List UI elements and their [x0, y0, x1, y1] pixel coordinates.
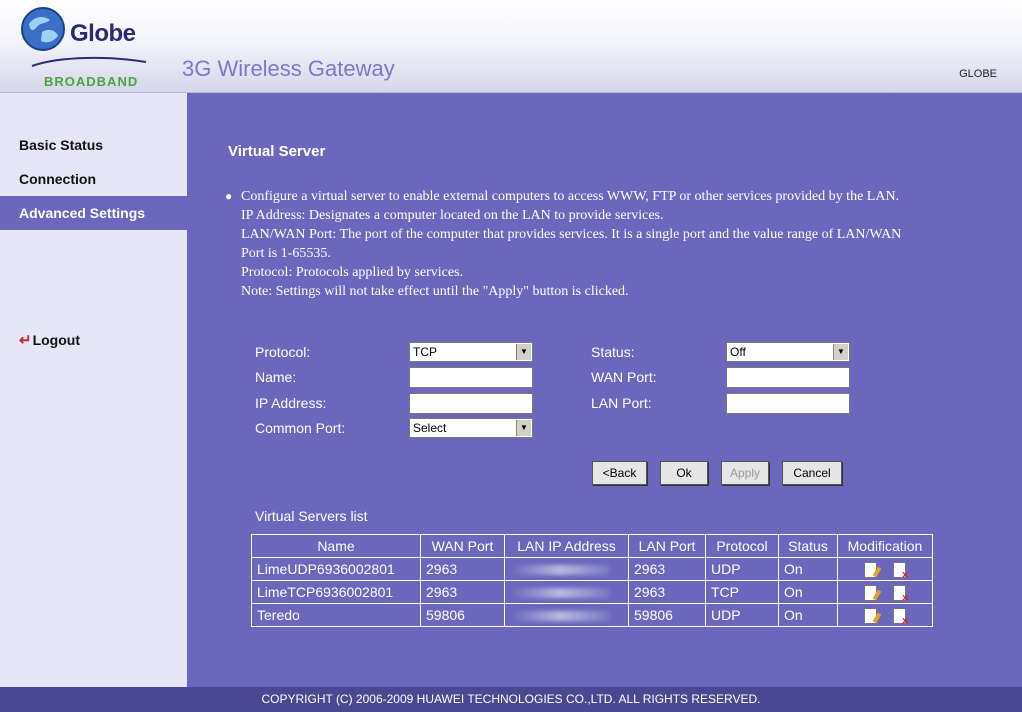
table-header-row: Name WAN Port LAN IP Address LAN Port Pr…: [251, 534, 933, 558]
protocol-selected-value: TCP: [413, 345, 437, 359]
ip-address-label: IP Address:: [255, 395, 327, 411]
row-modification: [837, 603, 933, 627]
row-protocol: UDP: [705, 603, 779, 627]
cancel-button[interactable]: Cancel: [782, 461, 842, 485]
row-lan-ip: [504, 580, 629, 604]
status-label: Status:: [591, 344, 635, 360]
description-list: ● Configure a virtual server to enable e…: [225, 187, 921, 301]
description-line: LAN/WAN Port: The port of the computer t…: [241, 227, 902, 261]
header-brand: GLOBE: [959, 68, 997, 80]
common-port-selected-value: Select: [413, 421, 447, 435]
row-wan-port: 2963: [420, 557, 505, 581]
row-name: Teredo: [251, 603, 421, 627]
ok-button[interactable]: Ok: [660, 461, 708, 485]
chevron-down-icon: ▼: [833, 344, 848, 360]
description-line: IP Address: Designates a computer locate…: [241, 208, 664, 223]
row-protocol: UDP: [705, 557, 779, 581]
logout-arrow-icon: ↵: [19, 332, 32, 349]
logout-label: Logout: [32, 332, 80, 348]
table-row: Teredo 59806 59806 UDP On: [251, 603, 933, 627]
row-status: On: [778, 580, 838, 604]
edit-document-icon[interactable]: [864, 607, 877, 624]
delete-document-icon[interactable]: [893, 607, 909, 627]
row-lan-port: 2963: [628, 580, 706, 604]
column-header-lan-ip: LAN IP Address: [504, 534, 629, 558]
table-row: LimeUDP6936002801 2963 2963 UDP On: [251, 557, 933, 581]
logo-swoosh: [31, 56, 147, 67]
row-modification: [837, 557, 933, 581]
chevron-down-icon: ▼: [516, 344, 531, 360]
row-modification: [837, 580, 933, 604]
description-line: Note: Settings will not take effect unti…: [241, 284, 629, 299]
protocol-select[interactable]: TCP ▼: [409, 342, 533, 362]
back-button[interactable]: <Back: [592, 461, 647, 485]
row-name: LimeTCP6936002801: [251, 580, 421, 604]
row-lan-port: 2963: [628, 557, 706, 581]
row-lan-ip: [504, 603, 629, 627]
redacted-ip: [510, 588, 610, 599]
app-title: 3G Wireless Gateway: [182, 56, 395, 81]
table-row: LimeTCP6936002801 2963 2963 TCP On: [251, 580, 933, 604]
main-content: Virtual Server ● Configure a virtual ser…: [187, 93, 1022, 687]
chevron-down-icon: ▼: [516, 420, 531, 436]
column-header-protocol: Protocol: [705, 534, 779, 558]
description-line: Configure a virtual server to enable ext…: [241, 189, 900, 204]
row-status: On: [778, 557, 838, 581]
sidebar-item-advanced-settings[interactable]: Advanced Settings: [0, 196, 187, 230]
bullet-icon: ●: [225, 189, 233, 203]
redacted-ip: [510, 611, 610, 622]
virtual-servers-list-title: Virtual Servers list: [255, 508, 368, 524]
wan-port-input[interactable]: [726, 367, 850, 388]
wan-port-label: WAN Port:: [591, 369, 657, 385]
edit-document-icon[interactable]: [864, 561, 877, 578]
status-select[interactable]: Off ▼: [726, 342, 850, 362]
row-status: On: [778, 603, 838, 627]
column-header-modification: Modification: [837, 534, 933, 558]
sidebar-item-connection[interactable]: Connection: [0, 162, 187, 196]
column-header-name: Name: [251, 534, 421, 558]
virtual-servers-table: Name WAN Port LAN IP Address LAN Port Pr…: [251, 534, 933, 627]
header: Globe BROADBAND 3G Wireless Gateway GLOB…: [0, 0, 1022, 93]
protocol-label: Protocol:: [255, 344, 311, 360]
page-title: Virtual Server: [228, 143, 326, 160]
logo-subtitle: BROADBAND: [44, 74, 139, 89]
row-lan-ip: [504, 557, 629, 581]
globe-logo-icon: [21, 7, 65, 51]
lan-port-label: LAN Port:: [591, 395, 652, 411]
name-label: Name:: [255, 369, 297, 385]
copyright-text: COPYRIGHT (C) 2006-2009 HUAWEI TECHNOLOG…: [261, 692, 761, 706]
column-header-lan-port: LAN Port: [628, 534, 706, 558]
sidebar-item-basic-status[interactable]: Basic Status: [0, 128, 187, 162]
row-name: LimeUDP6936002801: [251, 557, 421, 581]
status-selected-value: Off: [730, 345, 746, 359]
name-input[interactable]: [409, 367, 533, 388]
row-wan-port: 2963: [420, 580, 505, 604]
delete-document-icon[interactable]: [893, 561, 909, 581]
lan-port-input[interactable]: [726, 393, 850, 414]
logo-wordmark: Globe: [70, 20, 136, 47]
footer: COPYRIGHT (C) 2006-2009 HUAWEI TECHNOLOG…: [0, 687, 1022, 712]
logout-link[interactable]: ↵Logout: [19, 331, 80, 349]
row-lan-port: 59806: [628, 603, 706, 627]
row-wan-port: 59806: [420, 603, 505, 627]
ip-address-input[interactable]: [409, 393, 533, 414]
sidebar: Basic Status Connection Advanced Setting…: [0, 93, 187, 687]
common-port-label: Common Port:: [255, 420, 346, 436]
column-header-wan-port: WAN Port: [420, 534, 505, 558]
apply-button[interactable]: Apply: [721, 461, 769, 485]
edit-document-icon[interactable]: [864, 584, 877, 601]
row-protocol: TCP: [705, 580, 779, 604]
delete-document-icon[interactable]: [893, 584, 909, 604]
description-line: Protocol: Protocols applied by services.: [241, 265, 464, 280]
common-port-select[interactable]: Select ▼: [409, 418, 533, 438]
column-header-status: Status: [778, 534, 838, 558]
redacted-ip: [510, 565, 610, 576]
globe-logo: Globe BROADBAND: [20, 6, 180, 90]
